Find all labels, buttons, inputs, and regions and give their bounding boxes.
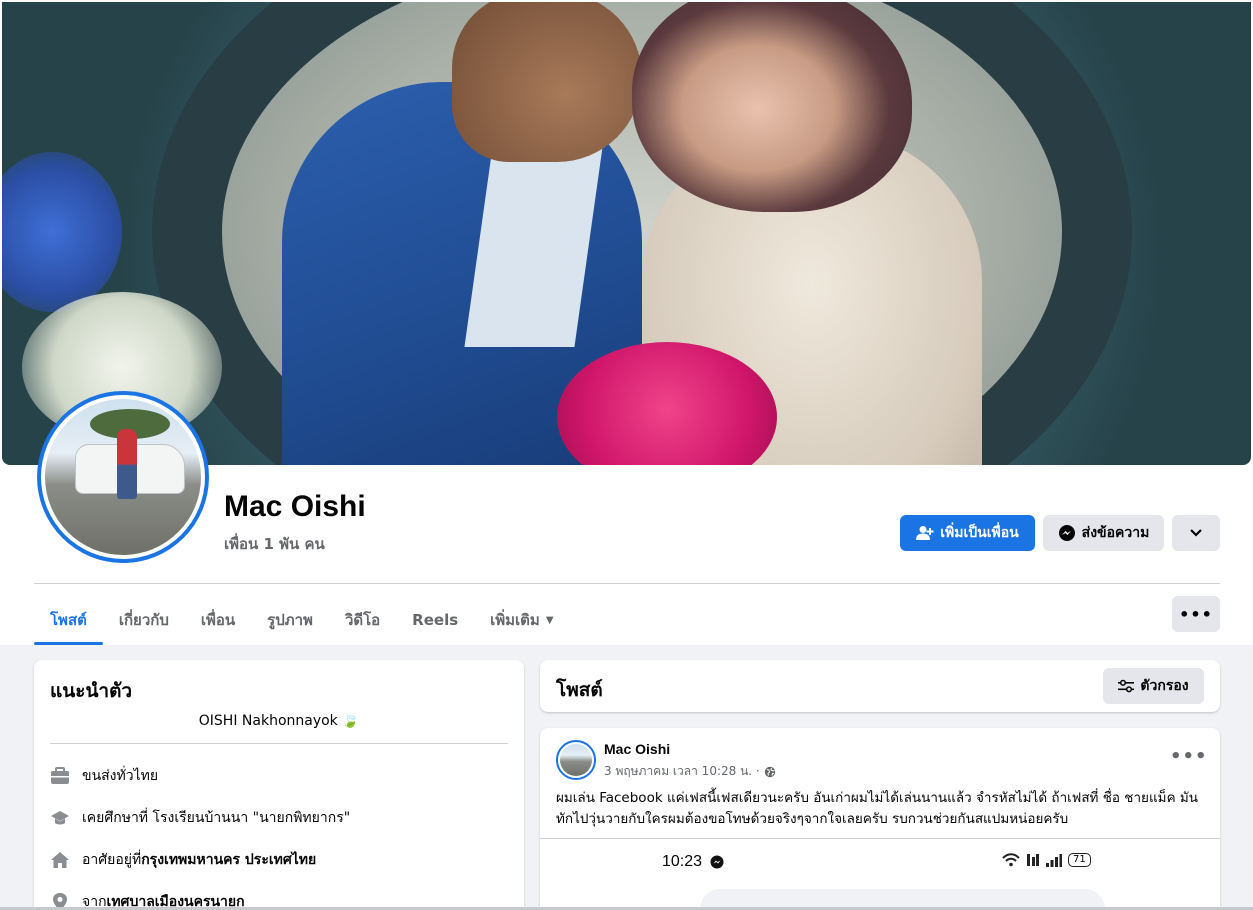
tab-more[interactable]: เพิ่มเติม ▼ [474,596,569,644]
intro-row-education: เคยศึกษาที่ โรงเรียนบ้านนา "นายกพิทยากร" [50,807,350,829]
graduation-cap-icon [50,808,70,828]
cover-photo[interactable] [2,2,1251,465]
tab-reels-label: Reels [412,611,459,629]
cover-blue-flowers [2,152,122,312]
post-card: Mac Oishi 3 พฤษภาคม เวลา 10:28 น. · ••• … [540,728,1220,910]
tab-reels[interactable]: Reels [396,596,474,644]
avatar-person [117,429,137,499]
tab-posts-label: โพสต์ [50,611,87,629]
post-timestamp[interactable]: 3 พฤษภาคม เวลา 10:28 น. · [604,762,760,781]
intro-row-work: ขนส่งทั่วไทย [50,765,158,787]
battery-icon: 71 [1068,853,1091,867]
post-image-screenshot[interactable]: 10:23 71 [540,839,1220,910]
screenshot-status-bar: 71 [1002,853,1091,867]
cover-bride-head [632,2,912,212]
friends-count[interactable]: เพื่อน 1 พัน คน [224,532,325,556]
screenshot-time: 10:23 [662,853,703,870]
tab-more-label: เพิ่มเติม [490,611,540,629]
chevron-down-icon [1190,529,1202,537]
tab-about[interactable]: เกี่ยวกับ [103,596,185,644]
intro-lives-prefix: อาศัยอยู่ที่ [82,852,142,868]
intro-card: แนะนำตัว OISHI Nakhonnayok 🍃 ขนส่งทั่วไทย… [34,660,524,910]
globe-icon [764,766,775,777]
profile-header: Mac Oishi เพื่อน 1 พัน คน เพิ่มเป็นเพื่อ… [0,0,1253,645]
more-dots-icon: ••• [1179,604,1213,624]
posts-title: โพสต์ [556,679,603,701]
tab-friends-label: เพื่อน [200,611,236,629]
profile-name: Mac Oishi [224,490,366,523]
lte-icon [1027,854,1039,866]
leaf-icon: 🍃 [341,713,360,729]
briefcase-icon [50,766,70,786]
messenger-icon [1058,525,1075,541]
signal-icon [1046,854,1062,867]
intro-row-lives: อาศัยอยู่ที่ กรุงเทพมหานคร ประเทศไทย [50,849,316,871]
add-friend-button[interactable]: เพิ่มเป็นเพื่อน [900,515,1035,551]
header-divider [34,583,1220,584]
tab-videos-label: วิดีโอ [344,611,381,629]
intro-bio-text: OISHI Nakhonnayok [198,713,338,729]
screenshot-clock: 10:23 [662,853,724,871]
post-options-icon[interactable]: ••• [1170,746,1208,767]
tab-about-label: เกี่ยวกับ [118,611,169,629]
tab-videos[interactable]: วิดีโอ [329,596,396,644]
tab-friends[interactable]: เพื่อน [185,596,251,644]
wifi-icon [1002,853,1020,867]
post-meta: 3 พฤษภาคม เวลา 10:28 น. · [604,762,776,781]
add-friend-icon [916,526,934,540]
home-icon [50,850,70,870]
cover-groom-head [452,2,642,162]
screenshot-messenger-icon [710,855,724,869]
filter-sliders-icon [1118,679,1135,693]
profile-picture[interactable] [37,391,209,563]
post-text: ผมเล่น Facebook แค่เฟสนี้เฟสเดียวนะครับ … [556,790,1199,827]
tab-posts[interactable]: โพสต์ [34,596,103,645]
tabs-more-button[interactable]: ••• [1172,596,1220,632]
post-author-name[interactable]: Mac Oishi [604,741,670,757]
intro-bio: OISHI Nakhonnayok 🍃 [34,713,524,729]
caret-down-icon: ▼ [545,614,554,626]
filter-label: ตัวกรอง [1140,678,1189,694]
tab-photos[interactable]: รูปภาพ [251,596,329,644]
add-friend-label: เพิ่มเป็นเพื่อน [940,525,1019,541]
profile-options-button[interactable] [1172,515,1220,551]
intro-divider [50,743,508,744]
intro-lives-place[interactable]: กรุงเทพมหานคร ประเทศไทย [141,849,316,871]
intro-work-text: ขนส่งทั่วไทย [82,768,159,784]
intro-title: แนะนำตัว [50,680,133,702]
message-label: ส่งข้อความ [1081,525,1150,541]
filter-button[interactable]: ตัวกรอง [1103,668,1204,704]
message-button[interactable]: ส่งข้อความ [1043,515,1164,551]
post-author-avatar[interactable] [556,740,596,780]
tab-photos-label: รูปภาพ [267,611,313,629]
profile-tabs: โพสต์ เกี่ยวกับ เพื่อน รูปภาพ วิดีโอ Ree… [34,596,570,645]
intro-education-text: เคยศึกษาที่ โรงเรียนบ้านนา "นายกพิทยากร" [82,810,351,826]
